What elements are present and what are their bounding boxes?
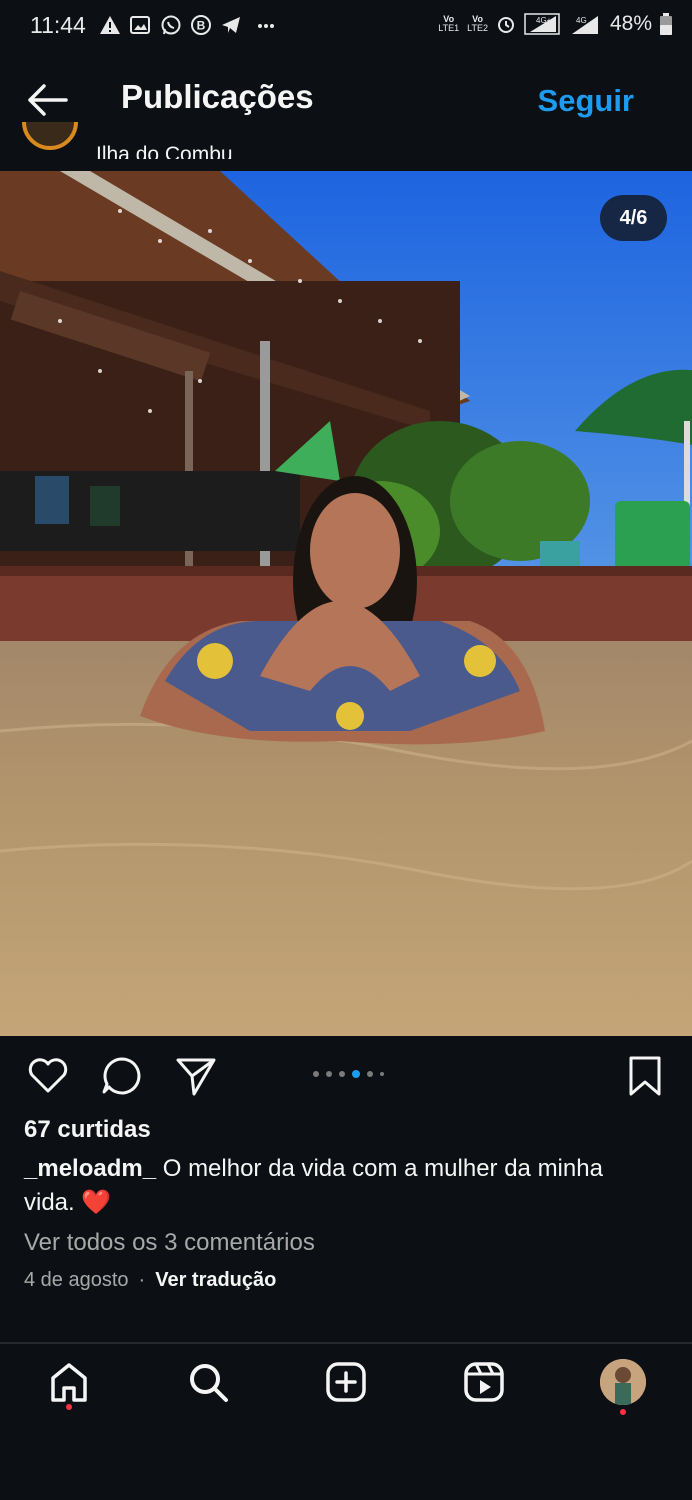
alarm-icon — [497, 17, 514, 33]
caption-username[interactable]: _meloadm_ — [24, 1155, 156, 1182]
carousel-dot — [313, 1071, 319, 1077]
battery-icon — [660, 13, 672, 35]
page-title: Publicações — [121, 78, 314, 115]
battery-percent: 48% — [609, 12, 652, 35]
likes-count[interactable]: 67 curtidas — [24, 1116, 151, 1144]
carousel-dot-active — [352, 1070, 360, 1078]
meta-separator: · — [138, 1269, 146, 1291]
carousel-dot — [367, 1071, 373, 1077]
post-date: 4 de agosto — [24, 1269, 129, 1291]
post-meta: 4 de agosto · Ver tradução — [24, 1269, 276, 1292]
nav-divider — [0, 1342, 692, 1344]
telegram-icon — [222, 17, 240, 33]
profile-avatar[interactable] — [600, 1359, 646, 1405]
share-icon[interactable] — [174, 1054, 218, 1098]
profile-notification-dot — [620, 1409, 626, 1415]
post-image[interactable] — [0, 171, 692, 1036]
create-post-icon[interactable] — [324, 1360, 368, 1404]
author-avatar[interactable] — [22, 122, 78, 160]
more-dots-icon — [258, 24, 274, 28]
volte2-label: Vo LTE2 — [467, 14, 488, 33]
status-right: Vo LTE1 Vo LTE2 4G+ 4G 48% — [438, 12, 672, 36]
svg-text:4G: 4G — [576, 16, 587, 25]
warning-icon — [100, 16, 120, 34]
home-icon[interactable] — [47, 1360, 91, 1404]
comment-icon[interactable] — [100, 1054, 144, 1098]
svg-text:4G+: 4G+ — [536, 16, 552, 25]
search-icon[interactable] — [186, 1360, 230, 1404]
volte1-label: Vo LTE1 — [438, 14, 460, 33]
status-time: 11:44 — [30, 12, 86, 38]
carousel-dot — [380, 1072, 384, 1076]
translate-link[interactable]: Ver tradução — [155, 1269, 276, 1292]
carousel-indicator — [313, 1070, 384, 1078]
gallery-icon — [130, 16, 150, 34]
like-heart-icon[interactable] — [26, 1054, 70, 1098]
post-caption: _meloadm_ O melhor da vida com a mulher … — [24, 1152, 644, 1220]
signal-4gplus-icon: 4G+ — [524, 13, 560, 35]
signal-4g-icon: 4G — [571, 16, 598, 34]
view-comments-link[interactable]: Ver todos os 3 comentários — [24, 1229, 315, 1257]
whatsapp-icon — [161, 15, 181, 35]
carousel-dot — [339, 1071, 345, 1077]
status-bar: 11:44 B Vo LTE1 Vo LTE2 4G+ 4G 48% — [0, 0, 692, 52]
b-app-icon: B — [191, 15, 211, 35]
heart-emoji: ❤️ — [81, 1189, 112, 1216]
follow-button[interactable]: Seguir — [538, 83, 634, 119]
carousel-dot — [326, 1071, 332, 1077]
post-location[interactable]: Ilha do Combu — [96, 135, 233, 159]
svg-text:B: B — [197, 19, 206, 33]
save-bookmark-icon[interactable] — [623, 1054, 667, 1098]
image-counter: 4/6 — [600, 195, 667, 241]
home-notification-dot — [66, 1404, 72, 1410]
reels-icon[interactable] — [462, 1360, 506, 1404]
back-arrow-icon[interactable] — [26, 82, 68, 118]
